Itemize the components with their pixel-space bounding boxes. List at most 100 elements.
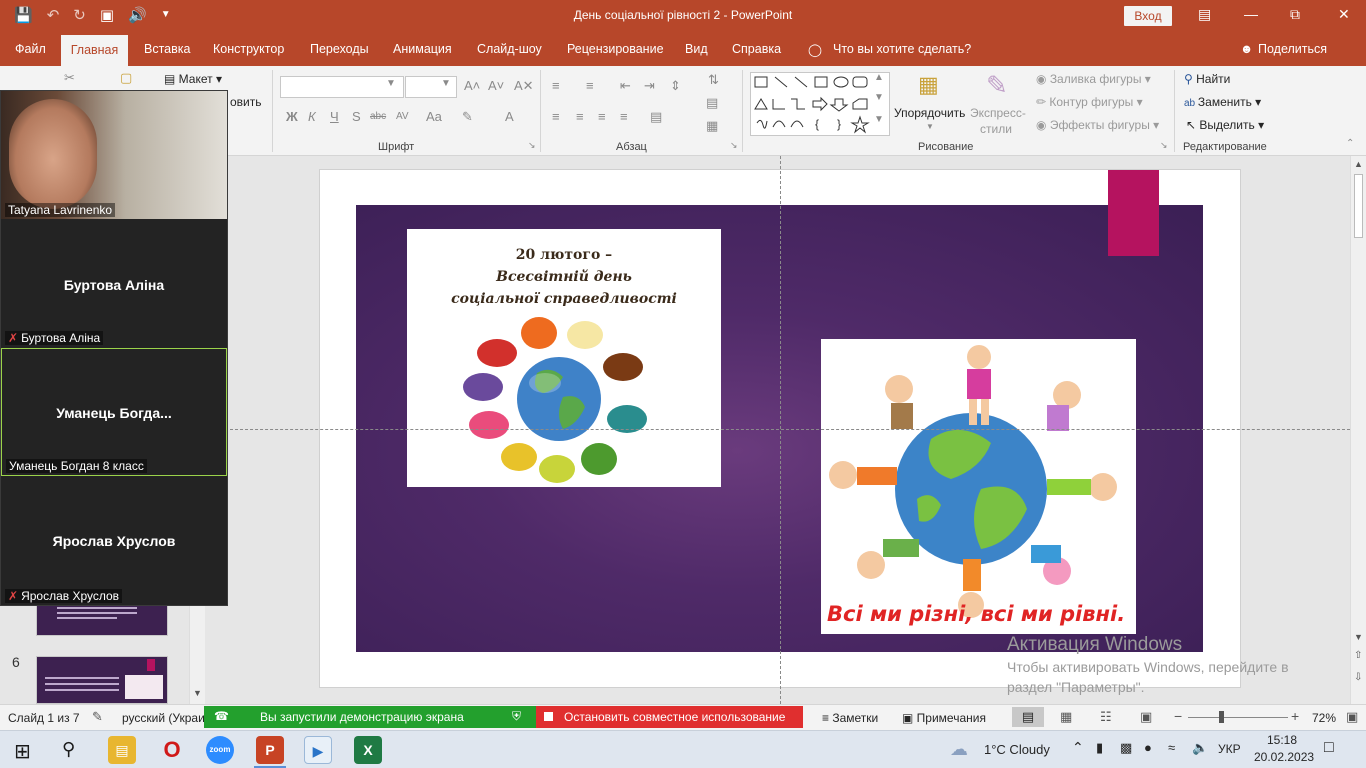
dialog-launcher-icon[interactable]: ↘ <box>730 140 738 151</box>
dialog-launcher-icon[interactable]: ↘ <box>528 140 536 151</box>
gallery-up-icon[interactable]: ▲ <box>874 72 884 83</box>
tab-insert[interactable]: Вставка <box>144 42 190 56</box>
shape-outline-button[interactable]: ✏ Контур фигуры ▾ <box>1036 95 1143 109</box>
shape-effects-button[interactable]: ◉ Эффекты фигуры ▾ <box>1036 118 1159 132</box>
clock-date[interactable]: 20.02.2023 <box>1254 750 1314 764</box>
spelling-icon[interactable]: ✎ <box>92 709 103 725</box>
find-button[interactable]: ⚲ Найти <box>1184 72 1230 86</box>
collapse-ribbon-icon[interactable]: ⌃ <box>1346 138 1354 149</box>
change-case-button[interactable]: Aa <box>426 109 442 124</box>
bullets-icon[interactable]: ≡ <box>552 78 560 93</box>
comments-button[interactable]: ▣ Примечания <box>902 711 986 725</box>
scroll-down-icon[interactable]: ▼ <box>193 688 202 698</box>
text-direction-icon[interactable]: ⇅ <box>708 72 719 88</box>
tab-home[interactable]: Главная <box>61 35 128 66</box>
numbering-icon[interactable]: ≡ <box>586 78 594 93</box>
tray-chevron-icon[interactable]: ⌃ <box>1072 739 1084 756</box>
align-center-icon[interactable]: ≡ <box>576 109 584 124</box>
tab-view[interactable]: Вид <box>685 42 708 56</box>
slideshow-view-icon[interactable]: ▣ <box>1140 709 1152 725</box>
zoom-in-icon[interactable]: + <box>1291 708 1299 724</box>
scrollbar-thumb[interactable] <box>1354 174 1363 238</box>
minimize-icon[interactable]: — <box>1244 6 1258 22</box>
thumbnail-slide-6[interactable] <box>36 656 168 704</box>
grow-font-icon[interactable]: A˄ <box>464 78 480 93</box>
kids-globe-image[interactable]: Всі ми різні, всі ми рівні. <box>821 339 1136 634</box>
shape-fill-button[interactable]: ◉ Заливка фигуры ▾ <box>1036 72 1151 86</box>
select-button[interactable]: ↖ Выделить ▾ <box>1186 118 1264 132</box>
search-icon[interactable]: ⚲ <box>62 739 75 760</box>
strikethrough-button[interactable]: abc <box>370 111 386 122</box>
opera-icon[interactable]: O <box>158 736 186 764</box>
participant-tile-video[interactable]: Tatyana Lavrinenko <box>1 91 227 219</box>
tab-file[interactable]: Файл <box>15 42 46 56</box>
language-indicator[interactable]: русский (Украи <box>122 711 205 725</box>
keyboard-language[interactable]: УКР <box>1218 742 1241 756</box>
increase-indent-icon[interactable]: ⇥ <box>644 78 655 94</box>
tab-animations[interactable]: Анимация <box>393 42 452 56</box>
tab-transitions[interactable]: Переходы <box>310 42 369 56</box>
new-slide-icon[interactable]: ▢ <box>120 70 132 86</box>
wifi-icon[interactable]: ≈ <box>1168 740 1175 755</box>
usb-icon[interactable]: ▮ <box>1096 740 1103 756</box>
tab-slideshow[interactable]: Слайд-шоу <box>477 42 542 56</box>
clear-formatting-icon[interactable]: A✕ <box>514 78 534 94</box>
zoom-percentage[interactable]: 72% <box>1312 711 1336 725</box>
notes-button[interactable]: ≡ Заметки <box>822 711 878 725</box>
reading-view-icon[interactable]: ☷ <box>1100 709 1112 725</box>
gallery-down-icon[interactable]: ▼ <box>874 92 884 103</box>
microphone-icon[interactable]: ● <box>1144 740 1152 755</box>
notifications-icon[interactable]: □ <box>1324 739 1334 757</box>
zoom-slider-thumb[interactable] <box>1219 711 1224 723</box>
stop-share-button[interactable]: Остановить совместное использование <box>536 706 803 728</box>
file-explorer-icon[interactable]: ▤ <box>108 736 136 764</box>
close-icon[interactable]: ✕ <box>1338 6 1350 23</box>
columns-icon[interactable]: ▤ <box>650 109 662 125</box>
highlight-icon[interactable]: ✎ <box>462 109 473 125</box>
next-slide-icon[interactable]: ⇩ <box>1354 672 1362 683</box>
previous-slide-icon[interactable]: ⇧ <box>1354 650 1362 661</box>
tab-design[interactable]: Конструктор <box>213 42 284 56</box>
shrink-font-icon[interactable]: A˅ <box>488 78 504 93</box>
normal-view-icon[interactable]: ▤ <box>1012 707 1044 727</box>
weather-text[interactable]: 1°C Cloudy <box>984 742 1050 757</box>
dialog-launcher-icon[interactable]: ↘ <box>1160 140 1168 151</box>
restore-icon[interactable]: ⧉ <box>1290 6 1300 23</box>
clock-time[interactable]: 15:18 <box>1267 733 1297 747</box>
powerpoint-icon[interactable]: P <box>256 736 284 764</box>
vertical-guide[interactable] <box>780 156 781 704</box>
slide-counter[interactable]: Слайд 1 из 7 <box>8 711 80 725</box>
italic-button[interactable]: К <box>308 109 316 124</box>
bold-button[interactable]: Ж <box>286 109 298 124</box>
zoom-participants-panel[interactable]: Tatyana Lavrinenko Буртова Аліна ✗ Буртов… <box>0 90 228 606</box>
media-player-icon[interactable]: ▶ <box>304 736 332 764</box>
char-spacing-button[interactable]: AV <box>396 111 409 122</box>
participant-tile-active[interactable]: Уманець Богда... Уманець Богдан 8 класс <box>1 348 227 476</box>
participant-tile[interactable]: Ярослав Хруслов ✗ Ярослав Хруслов <box>1 477 227 605</box>
windows-start-icon[interactable]: ⊞ <box>14 739 31 764</box>
restore-slide-label[interactable]: овить <box>230 95 262 109</box>
shapes-gallery[interactable]: { } <box>750 72 890 136</box>
scroll-up-icon[interactable]: ▲ <box>1354 159 1363 169</box>
ribbon-display-options-icon[interactable]: ▤ <box>1198 6 1211 23</box>
tab-help[interactable]: Справка <box>732 42 781 56</box>
cut-icon[interactable]: ✂ <box>64 70 75 86</box>
poster-image[interactable]: 20 лютого – Всесвітній день соціальної с… <box>407 229 721 487</box>
editor-vertical-scrollbar[interactable]: ▲ ▼ ⇧ ⇩ <box>1350 156 1366 704</box>
font-color-icon[interactable]: A <box>505 109 514 124</box>
underline-button[interactable]: Ч <box>330 109 339 124</box>
gallery-more-icon[interactable]: ▼ <box>874 114 884 125</box>
tell-me-search[interactable]: Что вы хотите сделать? <box>833 42 971 56</box>
scroll-down-icon[interactable]: ▼ <box>1354 632 1363 642</box>
line-spacing-icon[interactable]: ⇕ <box>670 78 681 94</box>
quick-styles-button[interactable]: Экспресс- <box>970 106 1026 120</box>
shadow-button[interactable]: S <box>352 109 361 124</box>
horizontal-guide[interactable] <box>230 429 1350 430</box>
smartart-icon[interactable]: ▦ <box>706 118 718 134</box>
slide-sorter-icon[interactable]: ▦ <box>1060 709 1072 725</box>
replace-button[interactable]: ab Заменить ▾ <box>1184 95 1261 109</box>
align-left-icon[interactable]: ≡ <box>552 109 560 124</box>
tab-review[interactable]: Рецензирование <box>567 42 664 56</box>
fit-to-window-icon[interactable]: ▣ <box>1346 709 1358 725</box>
decrease-indent-icon[interactable]: ⇤ <box>620 78 631 94</box>
